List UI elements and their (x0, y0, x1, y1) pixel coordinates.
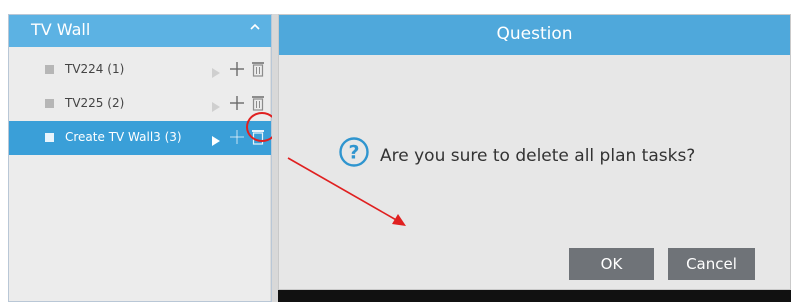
question-icon: ? (339, 137, 369, 167)
tv-wall-list: TV224 (1) TV225 (2) Create TV Wall3 (3) (9, 47, 271, 301)
tv-wall-item-2[interactable]: TV225 (2) (9, 87, 271, 121)
square-icon (45, 99, 54, 108)
dialog-header: Question (279, 15, 790, 55)
tv-wall-item-1[interactable]: TV224 (1) (9, 53, 271, 87)
dialog-title: Question (496, 24, 573, 44)
cancel-button[interactable]: Cancel (668, 248, 755, 280)
video-area-edge (278, 290, 791, 302)
play-icon[interactable] (211, 64, 221, 78)
dialog-message: Are you sure to delete all plan tasks? (380, 146, 696, 166)
plus-icon[interactable] (230, 61, 244, 77)
tv-wall-panel: TV Wall TV224 (1) TV225 (2) Create TV Wa… (8, 14, 272, 302)
play-icon[interactable] (211, 98, 221, 112)
trash-icon[interactable] (252, 61, 264, 77)
chevron-up-icon[interactable] (249, 21, 261, 33)
square-icon (45, 65, 54, 74)
tv-wall-title: TV Wall (31, 20, 91, 39)
svg-text:?: ? (348, 142, 359, 164)
tv-wall-item-3[interactable]: Create TV Wall3 (3) (9, 121, 271, 155)
play-icon[interactable] (211, 132, 221, 146)
ok-button[interactable]: OK (569, 248, 654, 280)
question-dialog: Question ? Are you sure to delete all pl… (278, 14, 791, 290)
plus-icon[interactable] (230, 129, 244, 145)
tv-wall-item-label: TV224 (1) (65, 62, 125, 76)
square-icon (45, 133, 54, 142)
tv-wall-item-label: TV225 (2) (65, 96, 125, 110)
tv-wall-item-label: Create TV Wall3 (3) (65, 130, 182, 144)
plus-icon[interactable] (230, 95, 244, 111)
trash-icon[interactable] (252, 95, 264, 111)
tv-wall-header: TV Wall (9, 15, 271, 47)
